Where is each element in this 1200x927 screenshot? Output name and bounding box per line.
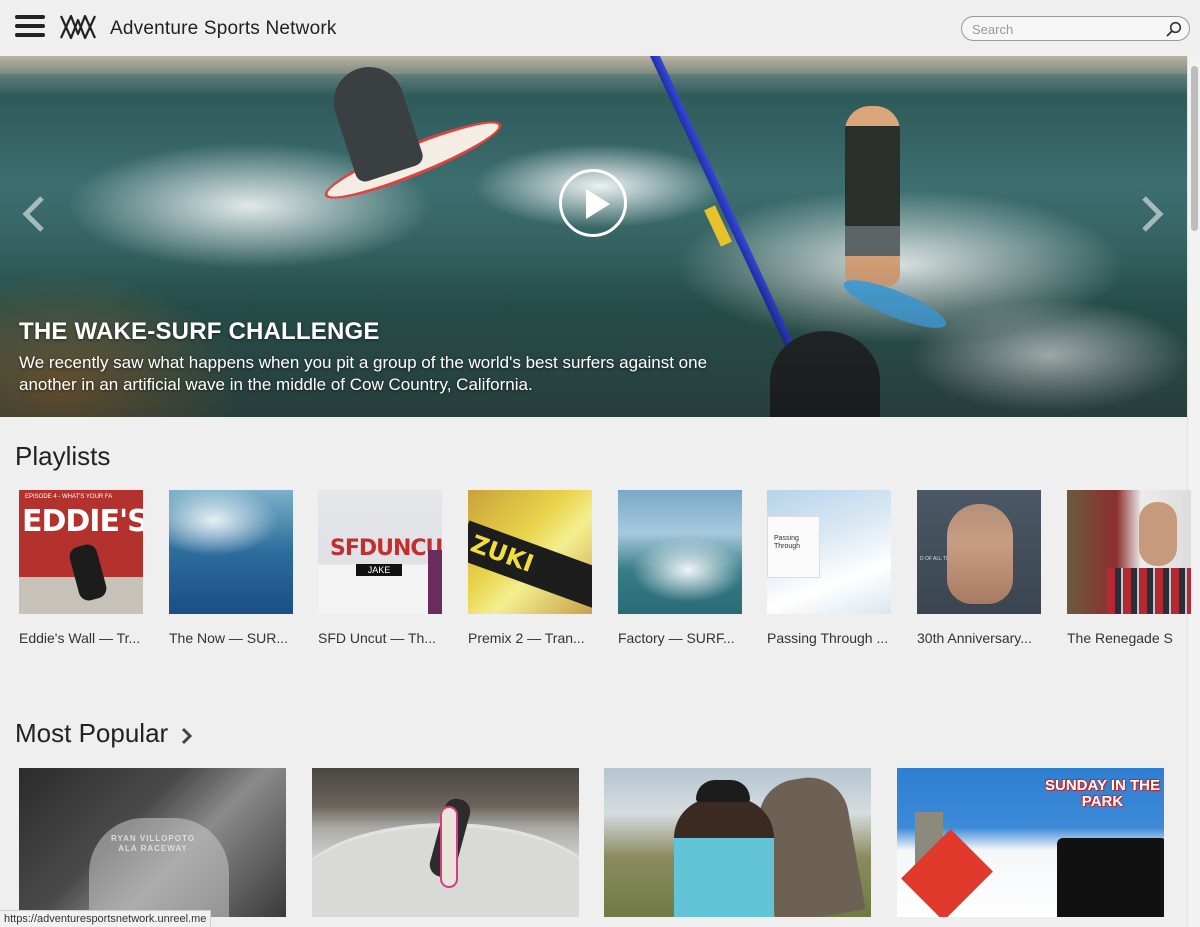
- playlist-item[interactable]: Factory — SURF...: [618, 490, 743, 650]
- playlist-thumbnail[interactable]: Passing Through: [767, 490, 891, 614]
- thumbnail-text: ZUKI: [468, 529, 538, 578]
- hamburger-menu-icon[interactable]: [15, 15, 45, 39]
- playlist-item[interactable]: EPISODE 4 - WHAT'S YOUR FA EDDIE'S Eddie…: [19, 490, 144, 650]
- hero-banner[interactable]: THE WAKE-SURF CHALLENGE We recently saw …: [0, 56, 1187, 417]
- playlist-item[interactable]: D OF ALL TIME 30th Anniversary...: [917, 490, 1042, 650]
- playlist-item[interactable]: Passing Through Passing Through ...: [767, 490, 892, 650]
- playlist-label[interactable]: Eddie's Wall — Tr...: [19, 630, 154, 646]
- thumbnail-camera: [1057, 838, 1164, 917]
- hero-shoreline: [0, 56, 1187, 74]
- thumbnail-title: RYAN VILLOPOTO: [111, 834, 195, 843]
- thumbnail-text: SFDUNCUT: [330, 536, 442, 561]
- playlists-heading: Playlists: [15, 441, 111, 471]
- thumbnail-person: [674, 798, 774, 917]
- hero-next-arrow-icon[interactable]: [1140, 194, 1166, 234]
- top-bar: Adventure Sports Network: [0, 0, 1200, 56]
- playlist-thumbnail[interactable]: SFDUNCUT JAKE: [318, 490, 442, 614]
- playlist-thumbnail[interactable]: D OF ALL TIME: [917, 490, 1041, 614]
- thumbnail-skateboard: [440, 806, 458, 888]
- thumbnail-subtext: JAKE: [356, 564, 402, 576]
- playlist-item[interactable]: ZUKI Premix 2 — Tran...: [468, 490, 593, 650]
- playlist-label[interactable]: 30th Anniversary...: [917, 630, 1052, 646]
- playlist-thumbnail[interactable]: [1067, 490, 1191, 614]
- play-button[interactable]: [559, 169, 627, 237]
- playlist-label[interactable]: The Now — SUR...: [169, 630, 304, 646]
- search-icon[interactable]: [1166, 21, 1182, 37]
- thumbnail-overlay-text: RYAN VILLOPOTO ALA RACEWAY: [111, 834, 195, 854]
- playlist-label[interactable]: Factory — SURF...: [618, 630, 753, 646]
- play-icon: [586, 189, 610, 219]
- scrollbar-thumb[interactable]: [1191, 66, 1198, 231]
- playlist-item[interactable]: The Renegade Se...: [1067, 490, 1191, 650]
- brand-name[interactable]: Adventure Sports Network: [110, 18, 337, 40]
- playlist-label[interactable]: Premix 2 — Tran...: [468, 630, 603, 646]
- thumbnail-portrait: [1139, 502, 1177, 566]
- thumbnail-subtext: EPISODE 4 - WHAT'S YOUR FA: [25, 494, 113, 500]
- playlist-label[interactable]: SFD Uncut — Th...: [318, 630, 453, 646]
- thumbnail-text: EDDIE'S: [22, 504, 143, 539]
- thumbnail-overlay-text: SUNDAY IN THE PARK: [1044, 777, 1161, 810]
- thumbnail-text: Passing Through: [774, 535, 801, 550]
- thumbnail-figure: [67, 542, 109, 603]
- popular-video-card[interactable]: [604, 768, 871, 917]
- thumbnail-shirt: [1107, 568, 1191, 614]
- thumbnail-subtitle: ALA RACEWAY: [118, 844, 188, 853]
- thumbnail-helmet: [89, 818, 229, 917]
- playlist-label[interactable]: The Renegade Se...: [1067, 630, 1173, 646]
- thumbnail-cap: [696, 780, 750, 802]
- hero-description: We recently saw what happens when you pi…: [19, 353, 708, 394]
- hero-prev-arrow-icon[interactable]: [20, 194, 46, 234]
- status-bar-url: https://adventuresportsnetwork.unreel.me: [0, 910, 212, 927]
- playlist-thumbnail[interactable]: [618, 490, 742, 614]
- playlist-label[interactable]: Passing Through ...: [767, 630, 902, 646]
- hero-title[interactable]: THE WAKE-SURF CHALLENGE: [19, 318, 380, 346]
- playlist-thumbnail[interactable]: EPISODE 4 - WHAT'S YOUR FA EDDIE'S: [19, 490, 143, 614]
- popular-video-card[interactable]: [312, 768, 579, 917]
- playlist-item[interactable]: The Now — SUR...: [169, 490, 294, 650]
- brand-logo-icon[interactable]: [58, 12, 98, 42]
- popular-video-card[interactable]: RYAN VILLOPOTO ALA RACEWAY: [19, 768, 286, 917]
- thumbnail-card: Passing Through: [767, 516, 820, 578]
- playlist-item[interactable]: SFDUNCUT JAKE SFD Uncut — Th...: [318, 490, 443, 650]
- thumbnail-stripe: [428, 550, 442, 614]
- playlist-thumbnail[interactable]: ZUKI: [468, 490, 592, 614]
- thumbnail-band: ZUKI: [468, 520, 592, 610]
- hero-surfer: [324, 57, 426, 185]
- popular-video-card[interactable]: SUNDAY IN THE PARK: [897, 768, 1164, 917]
- playlist-thumbnail[interactable]: [169, 490, 293, 614]
- chevron-right-icon[interactable]: [180, 726, 194, 746]
- search-input[interactable]: [972, 20, 1162, 38]
- most-popular-heading[interactable]: Most Popular: [15, 718, 168, 749]
- search-box[interactable]: [961, 16, 1190, 41]
- thumbnail-portrait: [947, 504, 1013, 604]
